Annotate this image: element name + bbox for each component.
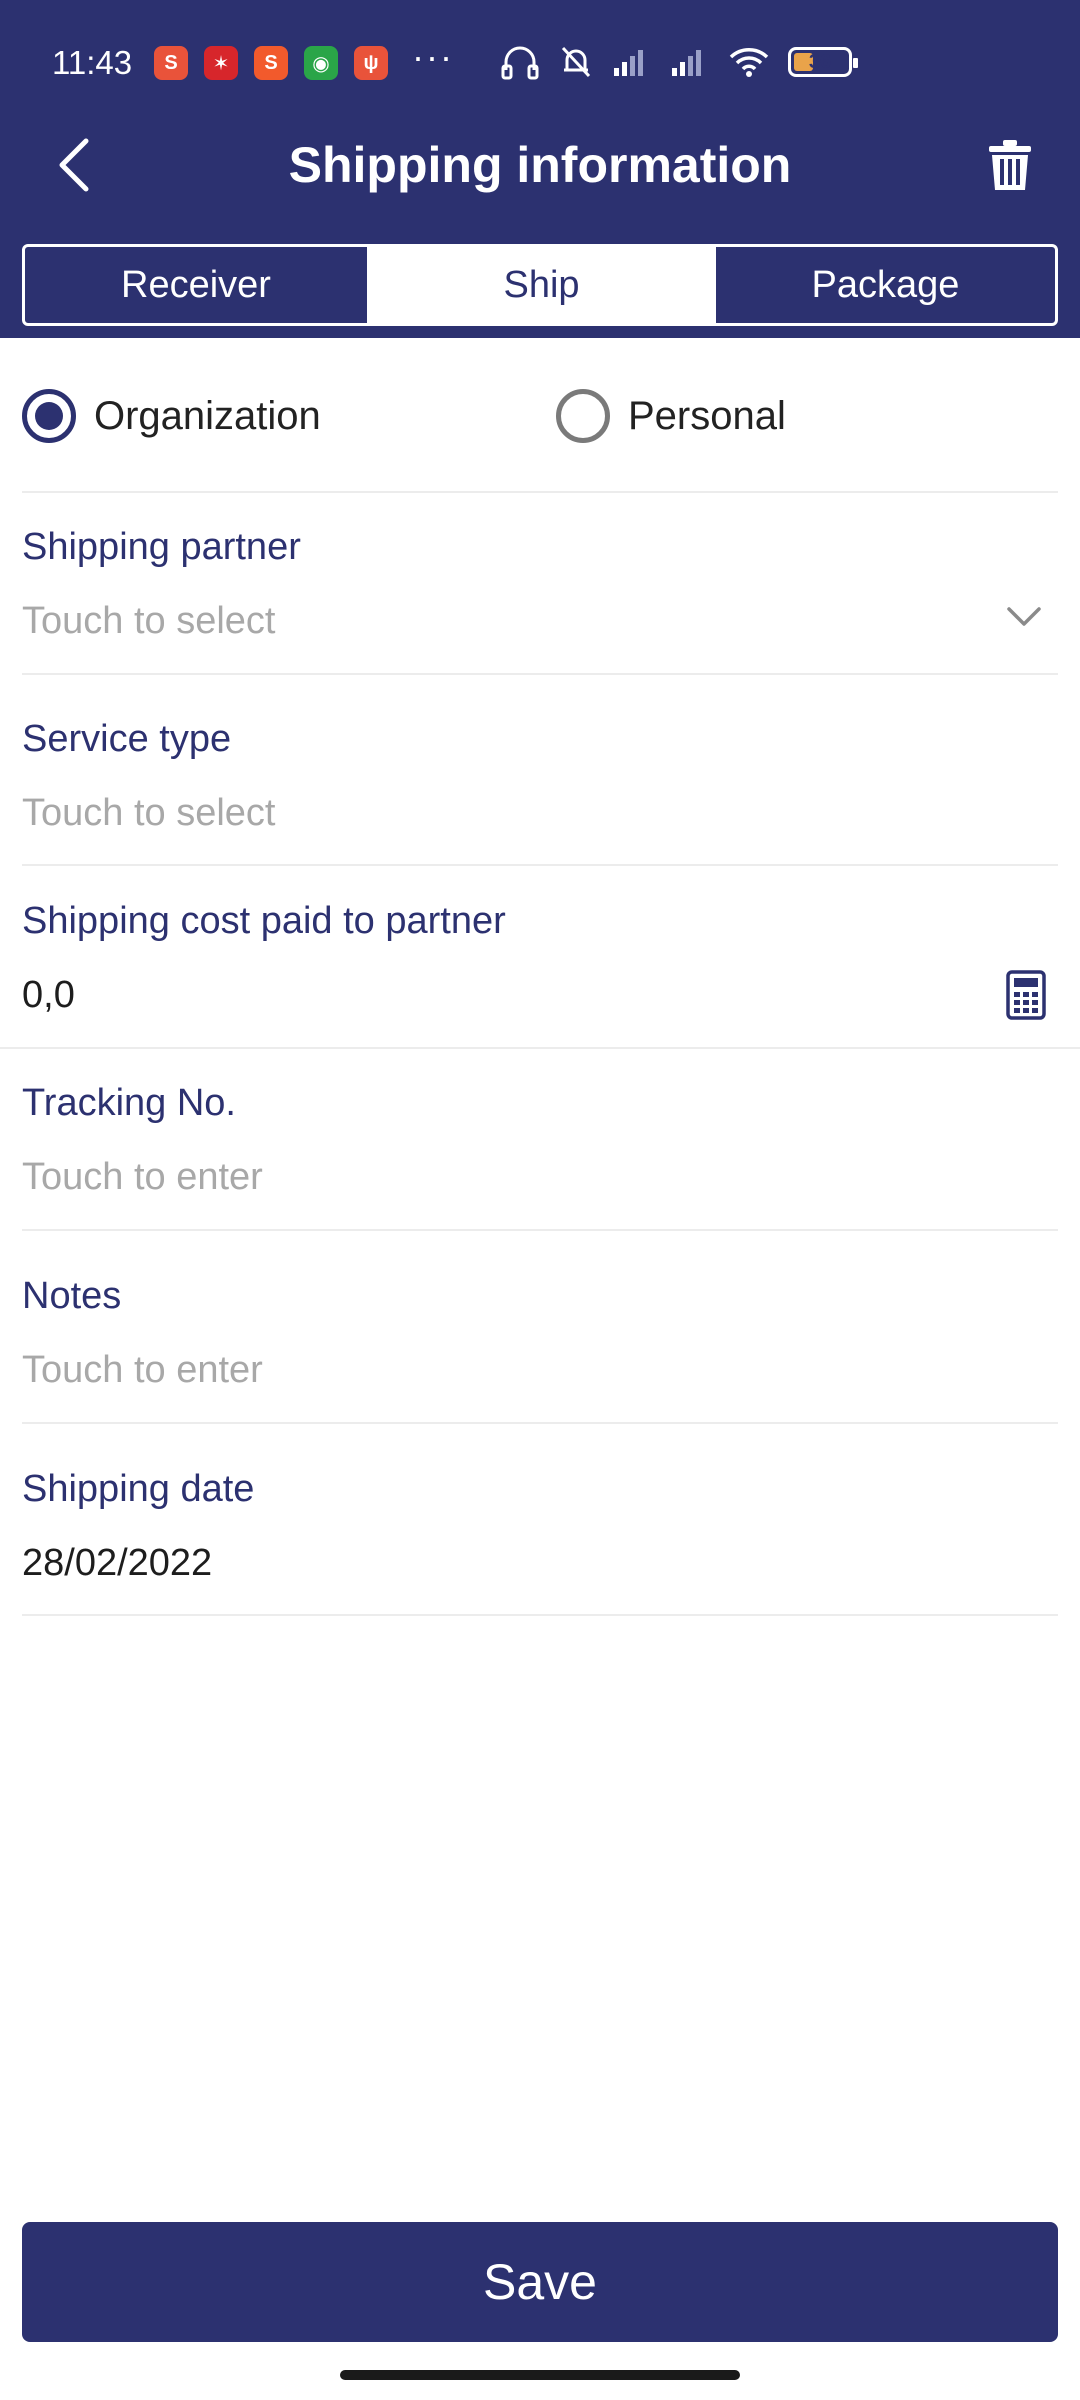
divider: [22, 673, 1058, 675]
app-header: 11:43 S ✶ S ◉ ψ ··· 36 Shipping informat…: [0, 0, 1080, 338]
mute-bell-icon: [561, 46, 591, 78]
food-app-icon: ψ: [354, 46, 388, 80]
shopee-icon: S: [154, 46, 188, 80]
service-type-label: Service type: [22, 718, 232, 760]
divider: [22, 864, 1058, 866]
system-icons: 36: [500, 44, 858, 80]
page-title: Shipping information: [288, 137, 792, 193]
shipping-cost-label: Shipping cost paid to partner: [22, 900, 506, 942]
signal-1-icon: [614, 50, 643, 76]
chevron-left-icon: [59, 138, 89, 192]
back-button[interactable]: [44, 130, 104, 200]
shipping-cost-field[interactable]: Shipping cost paid to partner 0,0: [22, 900, 1058, 1046]
tracking-no-input[interactable]: Touch to enter: [22, 1156, 263, 1199]
divider: [22, 1422, 1058, 1424]
divider: [22, 1229, 1058, 1231]
tab-receiver[interactable]: Receiver: [25, 247, 367, 323]
service-type-value: Touch to select: [22, 792, 276, 834]
radio-personal-label: Personal: [628, 393, 786, 438]
shipping-date-value: 28/02/2022: [22, 1542, 213, 1584]
green-app-icon: ◉: [304, 46, 338, 80]
battery-icon: 36: [788, 47, 858, 77]
status-time: 11:43: [52, 44, 133, 81]
divider: [0, 1047, 1080, 1049]
home-indicator[interactable]: [340, 2370, 740, 2380]
more-notifications-icon: ···: [412, 36, 454, 77]
shipping-partner-field[interactable]: Shipping partner Touch to select: [22, 526, 1058, 674]
tracking-no-field[interactable]: Tracking No. Touch to enter: [22, 1082, 1058, 1228]
game-app-icon: ✶: [204, 46, 238, 80]
status-bar: 11:43 S ✶ S ◉ ψ ··· 36: [0, 0, 1080, 130]
chevron-down-icon: [1004, 602, 1044, 632]
headphones-icon: [501, 46, 539, 80]
battery-level: 36: [808, 51, 832, 73]
delete-button[interactable]: [978, 132, 1042, 198]
wifi-icon: [729, 48, 769, 77]
radio-checked-icon: [22, 389, 76, 443]
notification-icons: S ✶ S ◉ ψ: [154, 46, 388, 80]
radio-organization[interactable]: Organization: [22, 386, 321, 446]
shipping-partner-label: Shipping partner: [22, 526, 301, 568]
shipping-cost-value: 0,0: [22, 974, 75, 1016]
shipping-date-field[interactable]: Shipping date 28/02/2022: [22, 1468, 1058, 1614]
tab-ship[interactable]: Ship: [367, 247, 716, 323]
notes-input[interactable]: Touch to enter: [22, 1349, 263, 1392]
radio-personal[interactable]: Personal: [556, 386, 786, 446]
save-button[interactable]: Save: [22, 2222, 1058, 2342]
shopee-mall-icon: S: [254, 46, 288, 80]
service-type-field[interactable]: Service type Touch to select: [22, 718, 1058, 864]
divider: [22, 1614, 1058, 1616]
shipping-date-label: Shipping date: [22, 1468, 255, 1510]
trash-icon: [989, 140, 1031, 190]
tab-bar: Receiver Ship Package: [22, 244, 1058, 326]
receiver-type-group: Organization Personal: [22, 370, 1058, 462]
notes-label: Notes: [22, 1275, 122, 1317]
radio-unchecked-icon: [556, 389, 610, 443]
shipping-partner-value: Touch to select: [22, 600, 276, 642]
signal-2-icon: [672, 50, 701, 76]
calculator-icon[interactable]: [1006, 970, 1046, 1020]
tracking-no-label: Tracking No.: [22, 1082, 236, 1124]
divider: [22, 491, 1058, 493]
notes-field[interactable]: Notes Touch to enter: [22, 1275, 1058, 1421]
radio-organization-label: Organization: [94, 393, 321, 438]
tab-package[interactable]: Package: [716, 247, 1055, 323]
